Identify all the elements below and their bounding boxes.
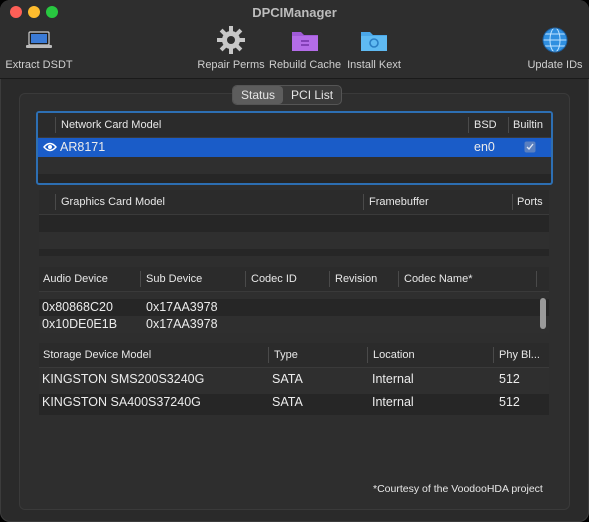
update-ids-button[interactable]: Update IDs (524, 24, 586, 71)
storage-col-model[interactable]: Storage Device Model (43, 349, 151, 361)
network-table[interactable]: Network Card Model BSD Builtin AR8171 en… (36, 111, 553, 185)
tab-pci-list[interactable]: PCI List (283, 86, 341, 104)
audio-device-cell: 0x80868C20 (42, 300, 113, 314)
network-model-cell: AR8171 (60, 140, 106, 154)
install-kext-button[interactable]: Install Kext (344, 24, 404, 71)
update-ids-label: Update IDs (527, 59, 583, 71)
graphics-col-framebuffer[interactable]: Framebuffer (369, 196, 429, 208)
table-row (38, 157, 551, 174)
gear-icon (196, 24, 266, 56)
tab-status[interactable]: Status (233, 86, 284, 104)
storage-col-type[interactable]: Type (274, 349, 298, 361)
audio-col-codec-name[interactable]: Codec Name* (404, 273, 472, 285)
storage-model-cell: KINGSTON SMS200S3240G (42, 372, 205, 386)
blue-folder-icon (344, 24, 404, 56)
storage-phy-cell: 512 (499, 395, 520, 409)
voodoohda-credit: *Courtesy of the VoodooHDA project (373, 483, 543, 495)
table-row[interactable]: AR8171 en0 (38, 138, 551, 157)
audio-table-header: Audio Device Sub Device Codec ID Revisio… (39, 267, 549, 292)
network-table-header: Network Card Model BSD Builtin (38, 113, 551, 138)
extract-dsdt-button[interactable]: Extract DSDT (5, 24, 73, 71)
storage-col-location[interactable]: Location (373, 349, 415, 361)
repair-perms-button[interactable]: Repair Perms (196, 24, 266, 71)
titlebar: DPCIManager Extract DSDT Repair Perms Re… (0, 0, 589, 79)
storage-location-cell: Internal (372, 395, 414, 409)
audio-col-revision[interactable]: Revision (335, 273, 377, 285)
window-title: DPCIManager (252, 5, 337, 20)
table-row (39, 232, 549, 249)
table-row[interactable]: KINGSTON SMS200S3240G SATA Internal 512 (39, 368, 549, 394)
builtin-checkbox[interactable] (524, 141, 536, 156)
network-col-bsd[interactable]: BSD (474, 119, 497, 131)
audio-col-codec-id[interactable]: Codec ID (251, 273, 297, 285)
audio-col-sub-device[interactable]: Sub Device (146, 273, 202, 285)
graphics-col-model[interactable]: Graphics Card Model (61, 196, 165, 208)
purple-folder-icon (269, 24, 341, 56)
install-kext-label: Install Kext (347, 59, 401, 71)
network-col-builtin[interactable]: Builtin (513, 119, 543, 131)
table-row[interactable]: 0x80868C20 0x17AA3978 (39, 299, 549, 316)
storage-model-cell: KINGSTON SA400S37240G (42, 395, 201, 409)
audio-sub-device-cell: 0x17AA3978 (146, 317, 218, 331)
storage-table-header: Storage Device Model Type Location Phy B… (39, 343, 549, 368)
graphics-table[interactable]: Graphics Card Model Framebuffer Ports (39, 190, 549, 256)
storage-phy-cell: 512 (499, 372, 520, 386)
rebuild-cache-button[interactable]: Rebuild Cache (269, 24, 341, 71)
repair-perms-label: Repair Perms (197, 59, 265, 71)
audio-col-device[interactable]: Audio Device (43, 273, 108, 285)
network-col-model[interactable]: Network Card Model (61, 119, 161, 131)
graphics-col-ports[interactable]: Ports (517, 196, 543, 208)
globe-icon (524, 24, 586, 56)
table-row (39, 292, 549, 299)
eye-icon (43, 141, 57, 155)
audio-scrollbar[interactable] (540, 298, 546, 329)
extract-dsdt-label: Extract DSDT (5, 59, 73, 71)
storage-col-phy[interactable]: Phy Bl... (499, 349, 540, 361)
rebuild-cache-label: Rebuild Cache (269, 59, 342, 71)
storage-type-cell: SATA (272, 372, 303, 386)
audio-device-cell: 0x10DE0E1B (42, 317, 118, 331)
laptop-icon (5, 24, 73, 56)
table-row (39, 215, 549, 232)
graphics-table-header: Graphics Card Model Framebuffer Ports (39, 190, 549, 215)
app-window: DPCIManager Extract DSDT Repair Perms Re… (0, 0, 589, 522)
audio-sub-device-cell: 0x17AA3978 (146, 300, 218, 314)
tab-segmented-control: Status PCI List (232, 85, 343, 105)
table-row[interactable]: KINGSTON SA400S37240G SATA Internal 512 (39, 394, 549, 411)
storage-type-cell: SATA (272, 395, 303, 409)
storage-location-cell: Internal (372, 372, 414, 386)
audio-table[interactable]: Audio Device Sub Device Codec ID Revisio… (39, 267, 549, 333)
table-row[interactable]: 0x10DE0E1B 0x17AA3978 (39, 316, 549, 333)
storage-table[interactable]: Storage Device Model Type Location Phy B… (39, 343, 549, 415)
network-bsd-cell: en0 (474, 140, 495, 154)
